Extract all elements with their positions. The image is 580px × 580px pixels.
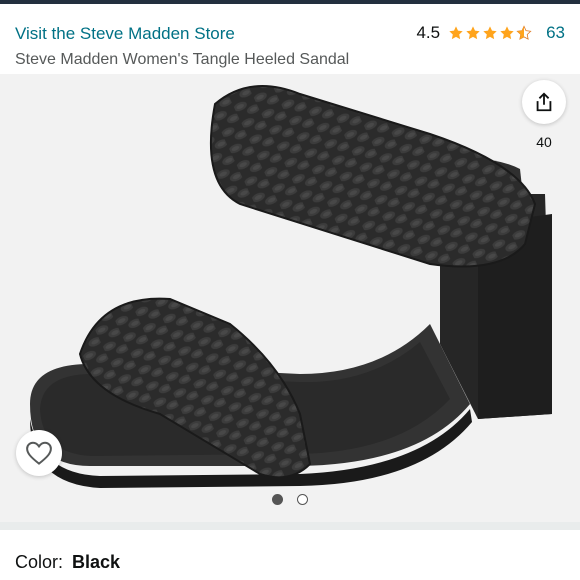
heart-icon <box>26 441 52 465</box>
star-icon <box>449 26 463 40</box>
rating-value: 4.5 <box>416 23 441 42</box>
color-label: Color: <box>15 552 64 572</box>
pagination-dot[interactable] <box>297 494 308 505</box>
half-star-icon <box>516 25 532 40</box>
share-count: 40 <box>536 134 552 150</box>
store-link[interactable]: Visit the Steve Madden Store <box>15 24 235 44</box>
product-image-gallery[interactable] <box>0 74 580 522</box>
share-button[interactable] <box>522 80 566 124</box>
star-icon <box>500 26 514 40</box>
star-rating <box>448 25 532 41</box>
share-icon <box>536 92 552 112</box>
product-header: Visit the Steve Madden Store 4.5 63 Stev… <box>0 4 580 74</box>
star-icon <box>466 26 480 40</box>
color-value: Black <box>72 552 121 572</box>
star-icon <box>483 26 497 40</box>
section-divider <box>0 522 580 530</box>
product-image <box>30 85 552 488</box>
image-pagination <box>0 494 580 505</box>
wishlist-button[interactable] <box>16 430 62 476</box>
rating-summary[interactable]: 4.5 63 <box>416 23 565 43</box>
review-count[interactable]: 63 <box>546 23 565 43</box>
product-title: Steve Madden Women's Tangle Heeled Sanda… <box>15 51 350 68</box>
pagination-dot-active[interactable] <box>272 494 283 505</box>
color-selection: Color: Black <box>15 552 120 573</box>
